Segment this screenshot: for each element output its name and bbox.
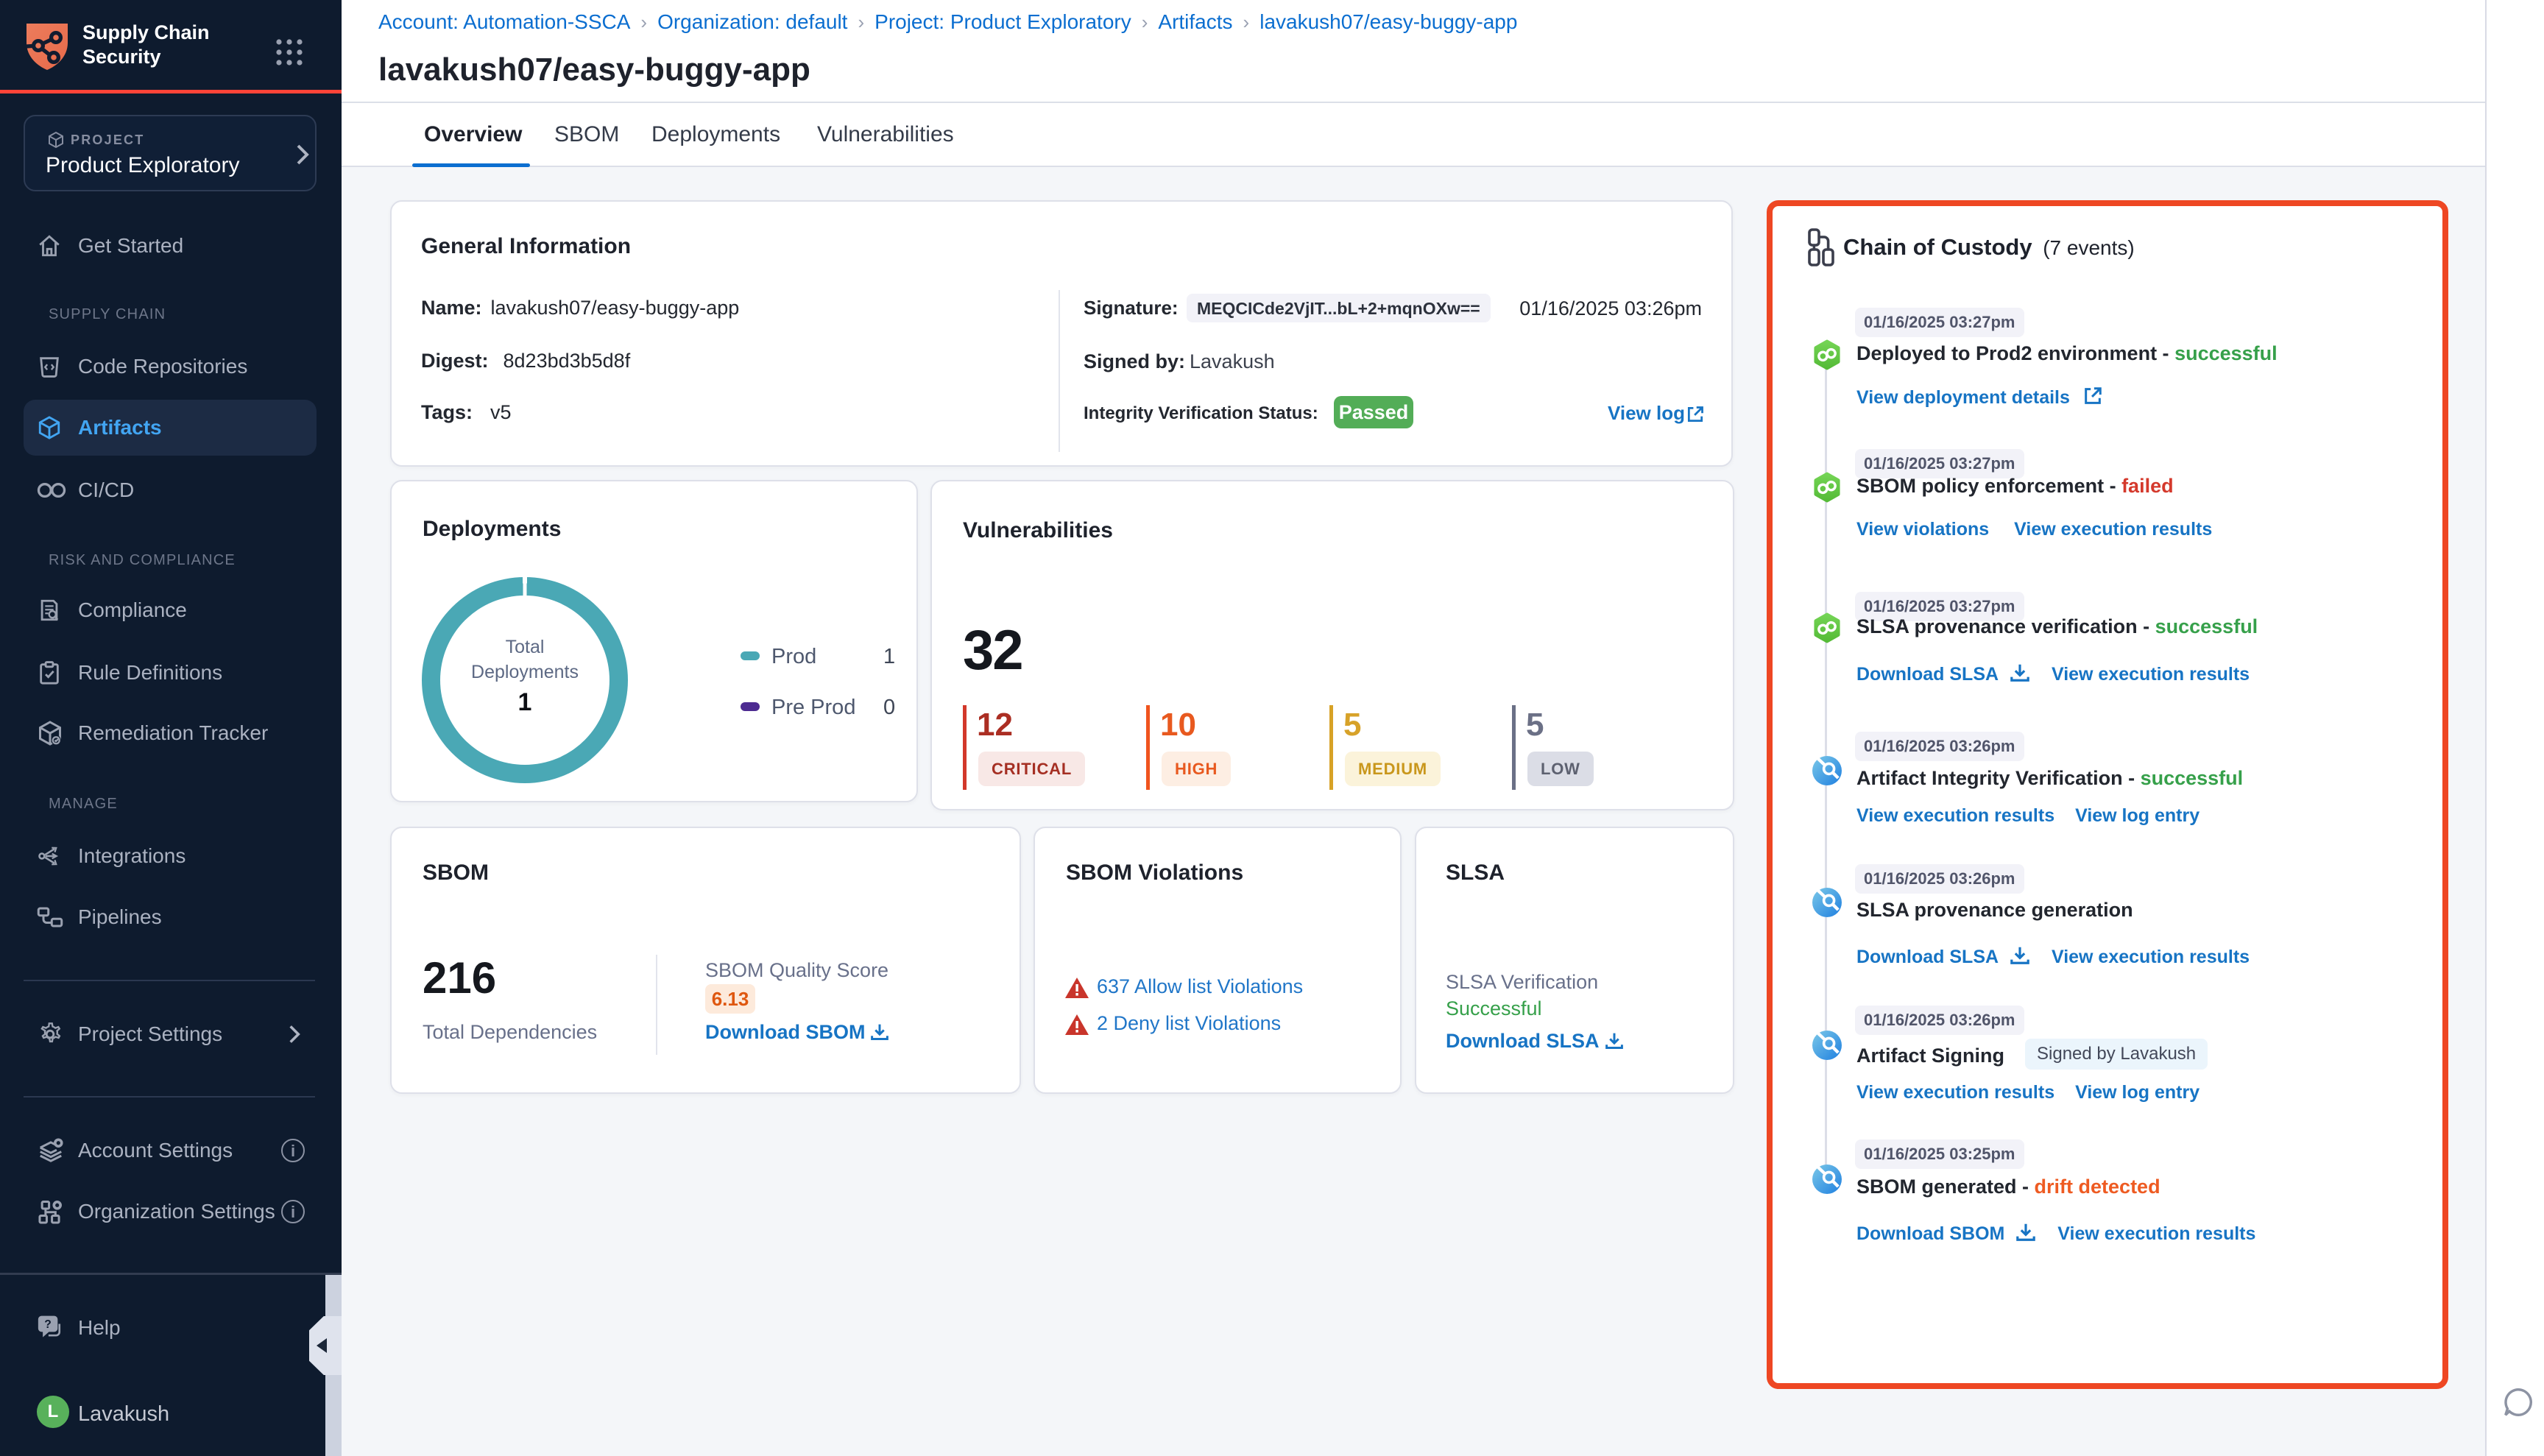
- svg-text:?: ?: [44, 1318, 52, 1331]
